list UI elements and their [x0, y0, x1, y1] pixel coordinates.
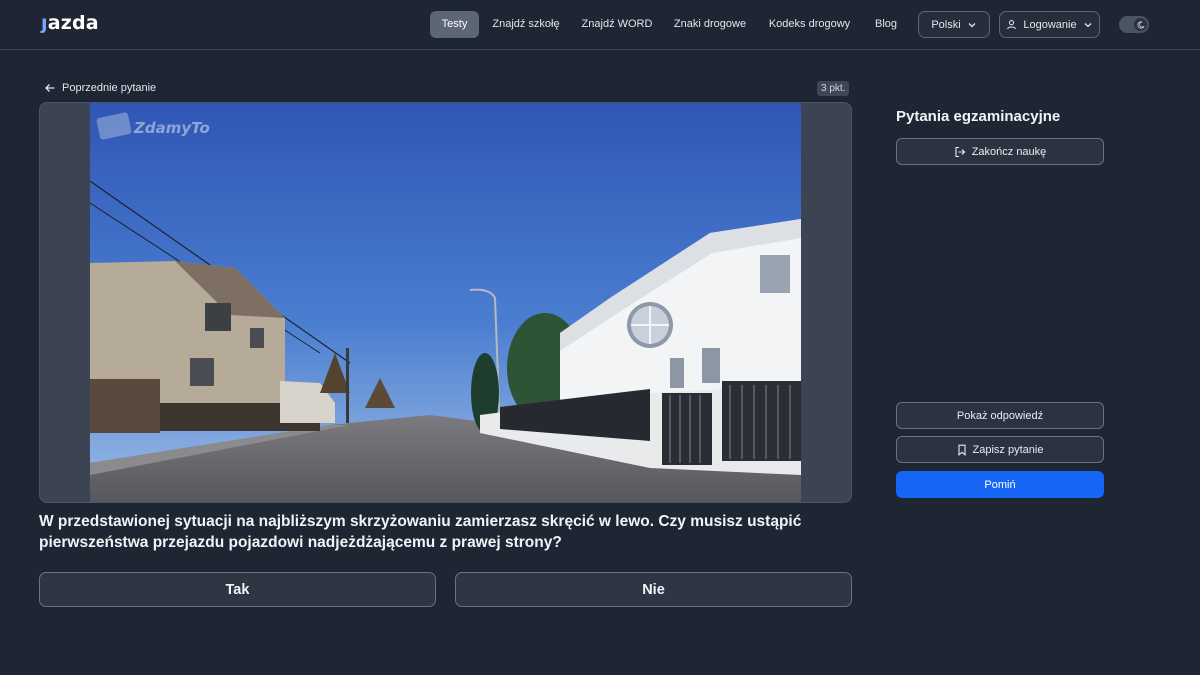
login-menu[interactable]: Logowanie	[999, 11, 1100, 38]
language-label: Polski	[931, 18, 961, 31]
theme-toggle[interactable]	[1119, 16, 1149, 33]
nav-item-road-code[interactable]: Kodeks drogowy	[765, 11, 854, 38]
logout-icon	[954, 146, 966, 158]
nav-item-find-word[interactable]: Znajdź WORD	[578, 11, 656, 38]
save-question-label: Zapisz pytanie	[972, 443, 1044, 456]
nav-item-blog[interactable]: Blog	[868, 11, 904, 38]
chevron-down-icon	[1083, 20, 1093, 30]
moon-icon	[1134, 18, 1147, 31]
show-answer-button[interactable]: Pokaż odpowiedź	[896, 402, 1104, 429]
arrow-left-icon	[44, 82, 56, 94]
answer-yes-button[interactable]: Tak	[39, 572, 436, 607]
nav-item-find-school[interactable]: Znajdź szkołę	[489, 11, 563, 38]
question-text: W przedstawionej sytuacji na najbliższym…	[39, 513, 802, 551]
answer-no-button[interactable]: Nie	[455, 572, 852, 607]
nav-item-testy[interactable]: Testy	[430, 11, 479, 38]
top-navbar: ȷazda Testy Znajdź szkołę Znajdź WORD Zn…	[0, 0, 1200, 50]
chevron-down-icon	[967, 20, 977, 30]
end-learning-label: Zakończ naukę	[971, 145, 1047, 158]
sidebar-title: Pytania egzaminacyjne	[896, 108, 1061, 125]
street-scene-image: ZdamyTo	[90, 103, 801, 502]
login-label: Logowanie	[1023, 18, 1077, 31]
skip-button[interactable]: Pomiń	[896, 471, 1104, 498]
show-answer-label: Pokaż odpowiedź	[956, 409, 1044, 422]
svg-text:ZdamyTo: ZdamyTo	[133, 119, 210, 137]
save-question-button[interactable]: Zapisz pytanie	[896, 436, 1104, 463]
language-select[interactable]: Polski	[918, 11, 990, 38]
question-media: ZdamyTo	[39, 102, 852, 503]
previous-question-link[interactable]: Poprzednie pytanie	[44, 80, 156, 96]
user-icon	[1006, 19, 1017, 30]
nav-item-road-signs[interactable]: Znaki drogowe	[670, 11, 750, 38]
logo[interactable]: ȷazda	[41, 12, 99, 34]
previous-question-label: Poprzednie pytanie	[62, 82, 157, 94]
end-learning-button[interactable]: Zakończ naukę	[896, 138, 1104, 165]
points-badge: 3 pkt.	[817, 81, 850, 96]
bookmark-icon	[957, 444, 967, 456]
skip-label: Pomiń	[984, 478, 1016, 491]
